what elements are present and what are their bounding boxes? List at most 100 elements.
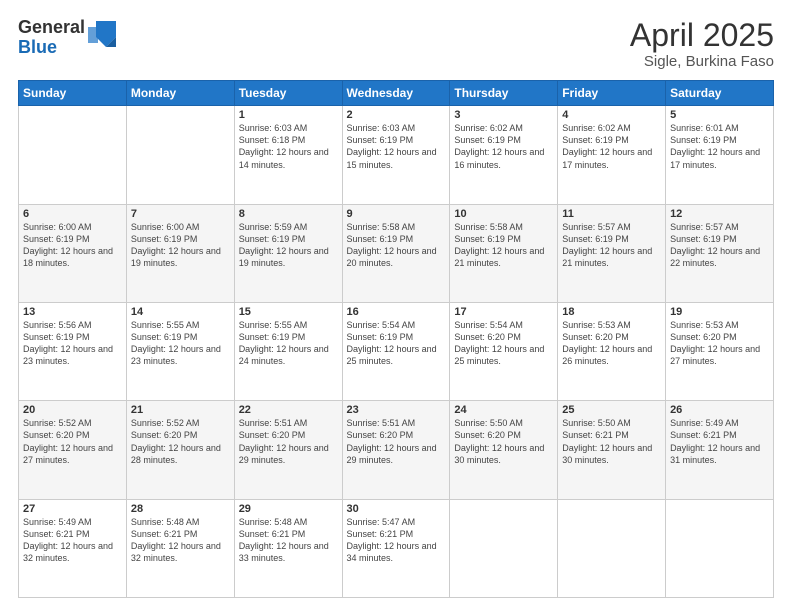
calendar-cell: 6Sunrise: 6:00 AM Sunset: 6:19 PM Daylig…: [19, 204, 127, 302]
calendar-cell: [450, 499, 558, 597]
col-saturday: Saturday: [666, 81, 774, 106]
day-info: Sunrise: 5:50 AM Sunset: 6:21 PM Dayligh…: [562, 417, 661, 466]
day-info: Sunrise: 5:55 AM Sunset: 6:19 PM Dayligh…: [239, 319, 338, 368]
col-thursday: Thursday: [450, 81, 558, 106]
day-number: 17: [454, 306, 553, 318]
day-info: Sunrise: 5:54 AM Sunset: 6:20 PM Dayligh…: [454, 319, 553, 368]
calendar-cell: 3Sunrise: 6:02 AM Sunset: 6:19 PM Daylig…: [450, 106, 558, 204]
day-info: Sunrise: 6:02 AM Sunset: 6:19 PM Dayligh…: [562, 122, 661, 171]
calendar-cell: 27Sunrise: 5:49 AM Sunset: 6:21 PM Dayli…: [19, 499, 127, 597]
day-info: Sunrise: 5:57 AM Sunset: 6:19 PM Dayligh…: [562, 221, 661, 270]
day-number: 4: [562, 109, 661, 121]
calendar-cell: 26Sunrise: 5:49 AM Sunset: 6:21 PM Dayli…: [666, 401, 774, 499]
day-number: 27: [23, 503, 122, 515]
calendar-week-4: 20Sunrise: 5:52 AM Sunset: 6:20 PM Dayli…: [19, 401, 774, 499]
subtitle: Sigle, Burkina Faso: [630, 53, 774, 70]
day-number: 15: [239, 306, 338, 318]
day-number: 26: [670, 404, 769, 416]
day-info: Sunrise: 5:59 AM Sunset: 6:19 PM Dayligh…: [239, 221, 338, 270]
day-info: Sunrise: 6:00 AM Sunset: 6:19 PM Dayligh…: [131, 221, 230, 270]
day-info: Sunrise: 5:56 AM Sunset: 6:19 PM Dayligh…: [23, 319, 122, 368]
calendar-cell: 9Sunrise: 5:58 AM Sunset: 6:19 PM Daylig…: [342, 204, 450, 302]
day-number: 18: [562, 306, 661, 318]
calendar-cell: 28Sunrise: 5:48 AM Sunset: 6:21 PM Dayli…: [126, 499, 234, 597]
calendar-cell: 13Sunrise: 5:56 AM Sunset: 6:19 PM Dayli…: [19, 302, 127, 400]
calendar-cell: [558, 499, 666, 597]
day-number: 21: [131, 404, 230, 416]
logo-general: General: [18, 18, 85, 38]
header: General Blue April 2025 Sigle, Burkina F…: [18, 18, 774, 70]
day-number: 28: [131, 503, 230, 515]
calendar-cell: 25Sunrise: 5:50 AM Sunset: 6:21 PM Dayli…: [558, 401, 666, 499]
calendar-cell: 16Sunrise: 5:54 AM Sunset: 6:19 PM Dayli…: [342, 302, 450, 400]
day-info: Sunrise: 5:52 AM Sunset: 6:20 PM Dayligh…: [23, 417, 122, 466]
day-info: Sunrise: 5:50 AM Sunset: 6:20 PM Dayligh…: [454, 417, 553, 466]
calendar-cell: 8Sunrise: 5:59 AM Sunset: 6:19 PM Daylig…: [234, 204, 342, 302]
day-number: 9: [347, 208, 446, 220]
calendar-cell: 23Sunrise: 5:51 AM Sunset: 6:20 PM Dayli…: [342, 401, 450, 499]
day-number: 19: [670, 306, 769, 318]
day-number: 1: [239, 109, 338, 121]
main-title: April 2025: [630, 18, 774, 53]
title-block: April 2025 Sigle, Burkina Faso: [630, 18, 774, 70]
day-info: Sunrise: 6:00 AM Sunset: 6:19 PM Dayligh…: [23, 221, 122, 270]
calendar-cell: [126, 106, 234, 204]
calendar-week-3: 13Sunrise: 5:56 AM Sunset: 6:19 PM Dayli…: [19, 302, 774, 400]
calendar-header-row: Sunday Monday Tuesday Wednesday Thursday…: [19, 81, 774, 106]
col-tuesday: Tuesday: [234, 81, 342, 106]
calendar-cell: 10Sunrise: 5:58 AM Sunset: 6:19 PM Dayli…: [450, 204, 558, 302]
day-info: Sunrise: 5:51 AM Sunset: 6:20 PM Dayligh…: [347, 417, 446, 466]
day-info: Sunrise: 5:58 AM Sunset: 6:19 PM Dayligh…: [454, 221, 553, 270]
calendar-cell: 21Sunrise: 5:52 AM Sunset: 6:20 PM Dayli…: [126, 401, 234, 499]
calendar-cell: 12Sunrise: 5:57 AM Sunset: 6:19 PM Dayli…: [666, 204, 774, 302]
day-info: Sunrise: 5:48 AM Sunset: 6:21 PM Dayligh…: [239, 516, 338, 565]
day-number: 14: [131, 306, 230, 318]
calendar-cell: 11Sunrise: 5:57 AM Sunset: 6:19 PM Dayli…: [558, 204, 666, 302]
col-friday: Friday: [558, 81, 666, 106]
day-number: 22: [239, 404, 338, 416]
day-number: 8: [239, 208, 338, 220]
calendar-cell: [19, 106, 127, 204]
logo-icon: [88, 17, 120, 53]
day-number: 25: [562, 404, 661, 416]
day-number: 23: [347, 404, 446, 416]
day-number: 13: [23, 306, 122, 318]
day-info: Sunrise: 5:57 AM Sunset: 6:19 PM Dayligh…: [670, 221, 769, 270]
col-wednesday: Wednesday: [342, 81, 450, 106]
day-number: 7: [131, 208, 230, 220]
day-number: 2: [347, 109, 446, 121]
day-info: Sunrise: 5:47 AM Sunset: 6:21 PM Dayligh…: [347, 516, 446, 565]
day-number: 12: [670, 208, 769, 220]
day-info: Sunrise: 5:58 AM Sunset: 6:19 PM Dayligh…: [347, 221, 446, 270]
calendar-cell: 19Sunrise: 5:53 AM Sunset: 6:20 PM Dayli…: [666, 302, 774, 400]
day-info: Sunrise: 5:49 AM Sunset: 6:21 PM Dayligh…: [23, 516, 122, 565]
calendar-cell: 20Sunrise: 5:52 AM Sunset: 6:20 PM Dayli…: [19, 401, 127, 499]
logo: General Blue: [18, 18, 120, 58]
calendar-table: Sunday Monday Tuesday Wednesday Thursday…: [18, 80, 774, 598]
calendar-cell: 5Sunrise: 6:01 AM Sunset: 6:19 PM Daylig…: [666, 106, 774, 204]
day-number: 10: [454, 208, 553, 220]
day-number: 5: [670, 109, 769, 121]
calendar-cell: 22Sunrise: 5:51 AM Sunset: 6:20 PM Dayli…: [234, 401, 342, 499]
day-info: Sunrise: 5:51 AM Sunset: 6:20 PM Dayligh…: [239, 417, 338, 466]
day-number: 6: [23, 208, 122, 220]
calendar-cell: 15Sunrise: 5:55 AM Sunset: 6:19 PM Dayli…: [234, 302, 342, 400]
calendar-cell: [666, 499, 774, 597]
day-info: Sunrise: 5:55 AM Sunset: 6:19 PM Dayligh…: [131, 319, 230, 368]
day-number: 30: [347, 503, 446, 515]
calendar-cell: 7Sunrise: 6:00 AM Sunset: 6:19 PM Daylig…: [126, 204, 234, 302]
day-info: Sunrise: 5:54 AM Sunset: 6:19 PM Dayligh…: [347, 319, 446, 368]
calendar-cell: 24Sunrise: 5:50 AM Sunset: 6:20 PM Dayli…: [450, 401, 558, 499]
day-info: Sunrise: 6:01 AM Sunset: 6:19 PM Dayligh…: [670, 122, 769, 171]
col-monday: Monday: [126, 81, 234, 106]
calendar-cell: 30Sunrise: 5:47 AM Sunset: 6:21 PM Dayli…: [342, 499, 450, 597]
col-sunday: Sunday: [19, 81, 127, 106]
calendar-cell: 18Sunrise: 5:53 AM Sunset: 6:20 PM Dayli…: [558, 302, 666, 400]
day-number: 20: [23, 404, 122, 416]
day-number: 11: [562, 208, 661, 220]
day-info: Sunrise: 6:02 AM Sunset: 6:19 PM Dayligh…: [454, 122, 553, 171]
day-number: 29: [239, 503, 338, 515]
day-info: Sunrise: 5:48 AM Sunset: 6:21 PM Dayligh…: [131, 516, 230, 565]
logo-text: General Blue: [18, 18, 85, 58]
day-info: Sunrise: 5:53 AM Sunset: 6:20 PM Dayligh…: [670, 319, 769, 368]
